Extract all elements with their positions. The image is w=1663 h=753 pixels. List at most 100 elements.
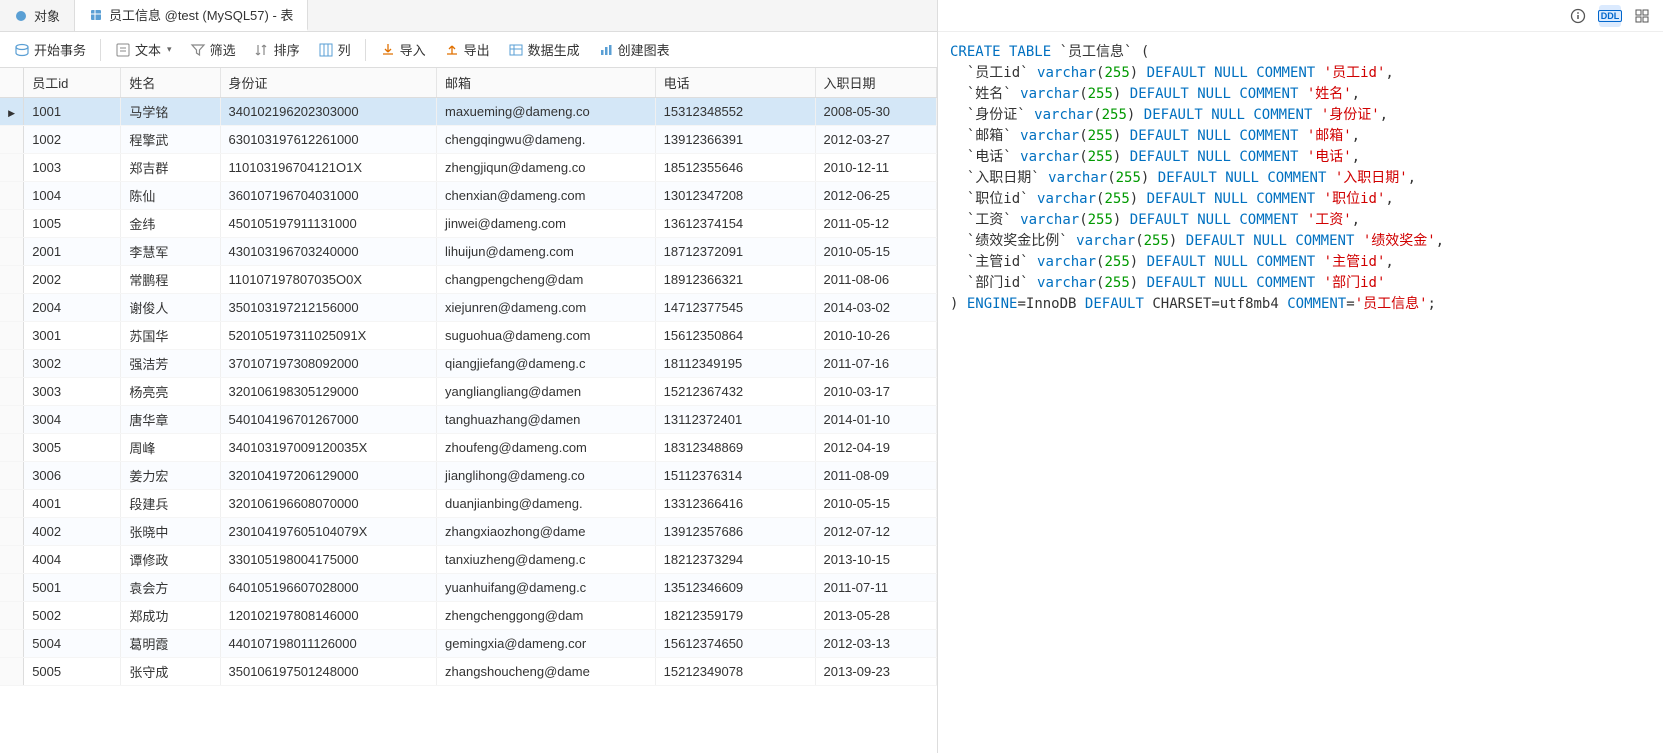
cell[interactable]: 2013-10-15 bbox=[815, 546, 936, 574]
cell[interactable]: 3004 bbox=[24, 406, 121, 434]
table-row[interactable]: 5005张守成350106197501248000zhangshoucheng@… bbox=[0, 658, 937, 686]
import-button[interactable]: 导入 bbox=[372, 36, 434, 63]
cell[interactable]: 630103197612261000 bbox=[220, 126, 437, 154]
export-button[interactable]: 导出 bbox=[436, 36, 498, 63]
table-row[interactable]: 1002程擎武630103197612261000chengqingwu@dam… bbox=[0, 126, 937, 154]
cell[interactable]: 360107196704031000 bbox=[220, 182, 437, 210]
cell[interactable]: 110103196704121O1X bbox=[220, 154, 437, 182]
table-row[interactable]: 4004谭修政330105198004175000tanxiuzheng@dam… bbox=[0, 546, 937, 574]
table-row[interactable]: 3004唐华章540104196701267000tanghuazhang@da… bbox=[0, 406, 937, 434]
cell[interactable]: 520105197311025091X bbox=[220, 322, 437, 350]
cell[interactable]: 1002 bbox=[24, 126, 121, 154]
cell[interactable]: 李慧军 bbox=[121, 238, 220, 266]
cell[interactable]: 15612374650 bbox=[655, 630, 815, 658]
cell[interactable]: 4001 bbox=[24, 490, 121, 518]
cell[interactable]: 14712377545 bbox=[655, 294, 815, 322]
cell[interactable]: suguohua@dameng.com bbox=[437, 322, 656, 350]
row-gutter[interactable] bbox=[0, 126, 24, 154]
cell[interactable]: 唐华章 bbox=[121, 406, 220, 434]
cell[interactable]: 2008-05-30 bbox=[815, 98, 936, 126]
row-gutter[interactable] bbox=[0, 350, 24, 378]
row-gutter[interactable] bbox=[0, 434, 24, 462]
row-gutter[interactable] bbox=[0, 406, 24, 434]
cell[interactable]: 5001 bbox=[24, 574, 121, 602]
cell[interactable]: jianglihong@dameng.co bbox=[437, 462, 656, 490]
cell[interactable]: gemingxia@dameng.cor bbox=[437, 630, 656, 658]
cell[interactable]: 谭修政 bbox=[121, 546, 220, 574]
row-gutter[interactable] bbox=[0, 98, 24, 126]
table-row[interactable]: 3005周峰340103197009120035Xzhoufeng@dameng… bbox=[0, 434, 937, 462]
row-gutter[interactable] bbox=[0, 630, 24, 658]
cell[interactable]: 袁会方 bbox=[121, 574, 220, 602]
cell[interactable]: 13612374154 bbox=[655, 210, 815, 238]
row-gutter[interactable] bbox=[0, 378, 24, 406]
table-row[interactable]: 3002强洁芳370107197308092000qiangjiefang@da… bbox=[0, 350, 937, 378]
cell[interactable]: 120102197808146000 bbox=[220, 602, 437, 630]
row-gutter[interactable] bbox=[0, 546, 24, 574]
row-gutter[interactable] bbox=[0, 490, 24, 518]
text-button[interactable]: 文本 ▾ bbox=[107, 36, 180, 63]
cell[interactable]: 2012-03-13 bbox=[815, 630, 936, 658]
start-transaction-button[interactable]: 开始事务 bbox=[6, 36, 94, 63]
cell[interactable]: 5002 bbox=[24, 602, 121, 630]
table-row[interactable]: 2001李慧军430103196703240000lihuijun@dameng… bbox=[0, 238, 937, 266]
cell[interactable]: 15112376314 bbox=[655, 462, 815, 490]
cell[interactable]: 370107197308092000 bbox=[220, 350, 437, 378]
cell[interactable]: tanxiuzheng@dameng.c bbox=[437, 546, 656, 574]
cell[interactable]: changpengcheng@dam bbox=[437, 266, 656, 294]
cell[interactable]: 320106196608070000 bbox=[220, 490, 437, 518]
ddl-button[interactable]: DDL bbox=[1599, 5, 1621, 27]
cell[interactable]: 段建兵 bbox=[121, 490, 220, 518]
cell[interactable]: 2010-12-11 bbox=[815, 154, 936, 182]
row-gutter[interactable] bbox=[0, 574, 24, 602]
table-row[interactable]: 3006姜力宏320104197206129000jianglihong@dam… bbox=[0, 462, 937, 490]
cell[interactable]: 13112372401 bbox=[655, 406, 815, 434]
cell[interactable]: 1004 bbox=[24, 182, 121, 210]
cell[interactable]: zhengchenggong@dam bbox=[437, 602, 656, 630]
cell[interactable]: 450105197911131000 bbox=[220, 210, 437, 238]
cell[interactable]: qiangjiefang@dameng.c bbox=[437, 350, 656, 378]
cell[interactable]: lihuijun@dameng.com bbox=[437, 238, 656, 266]
cell[interactable]: 13312366416 bbox=[655, 490, 815, 518]
column-header[interactable]: 电话 bbox=[655, 68, 815, 98]
cell[interactable]: 陈仙 bbox=[121, 182, 220, 210]
table-row[interactable]: 5004葛明霞440107198011126000gemingxia@damen… bbox=[0, 630, 937, 658]
cell[interactable]: 4004 bbox=[24, 546, 121, 574]
cell[interactable]: 1001 bbox=[24, 98, 121, 126]
cell[interactable]: xiejunren@dameng.com bbox=[437, 294, 656, 322]
cell[interactable]: zhangxiaozhong@dame bbox=[437, 518, 656, 546]
cell[interactable]: 2011-07-11 bbox=[815, 574, 936, 602]
cell[interactable]: 350106197501248000 bbox=[220, 658, 437, 686]
cell[interactable]: 2011-07-16 bbox=[815, 350, 936, 378]
row-gutter[interactable] bbox=[0, 210, 24, 238]
cell[interactable]: 3002 bbox=[24, 350, 121, 378]
cell[interactable]: 13512346609 bbox=[655, 574, 815, 602]
tab-1[interactable]: 员工信息 @test (MySQL57) - 表 bbox=[75, 0, 308, 31]
cell[interactable]: 540104196701267000 bbox=[220, 406, 437, 434]
cell[interactable]: 1005 bbox=[24, 210, 121, 238]
cell[interactable]: 张晓中 bbox=[121, 518, 220, 546]
cell[interactable]: 2010-05-15 bbox=[815, 238, 936, 266]
filter-button[interactable]: 筛选 bbox=[182, 36, 244, 63]
table-row[interactable]: 1004陈仙360107196704031000chenxian@dameng.… bbox=[0, 182, 937, 210]
cell[interactable]: 15612350864 bbox=[655, 322, 815, 350]
cell[interactable]: 3005 bbox=[24, 434, 121, 462]
cell[interactable]: 4002 bbox=[24, 518, 121, 546]
cell[interactable]: 金纬 bbox=[121, 210, 220, 238]
cell[interactable]: 马学铭 bbox=[121, 98, 220, 126]
table-row[interactable]: 4001段建兵320106196608070000duanjianbing@da… bbox=[0, 490, 937, 518]
sort-button[interactable]: 排序 bbox=[246, 36, 308, 63]
datagen-button[interactable]: 数据生成 bbox=[500, 36, 588, 63]
cell[interactable]: 2010-03-17 bbox=[815, 378, 936, 406]
tab-0[interactable]: 对象 bbox=[0, 0, 75, 31]
cell[interactable]: 2012-03-27 bbox=[815, 126, 936, 154]
cell[interactable]: yangliangliang@damen bbox=[437, 378, 656, 406]
info-button[interactable] bbox=[1567, 5, 1589, 27]
cell[interactable]: 18112349195 bbox=[655, 350, 815, 378]
row-gutter[interactable] bbox=[0, 294, 24, 322]
cell[interactable]: 2013-05-28 bbox=[815, 602, 936, 630]
table-row[interactable]: 1001马学铭340102196202303000maxueming@damen… bbox=[0, 98, 937, 126]
cell[interactable]: 2014-03-02 bbox=[815, 294, 936, 322]
grid-view-button[interactable] bbox=[1631, 5, 1653, 27]
cell[interactable]: 2014-01-10 bbox=[815, 406, 936, 434]
